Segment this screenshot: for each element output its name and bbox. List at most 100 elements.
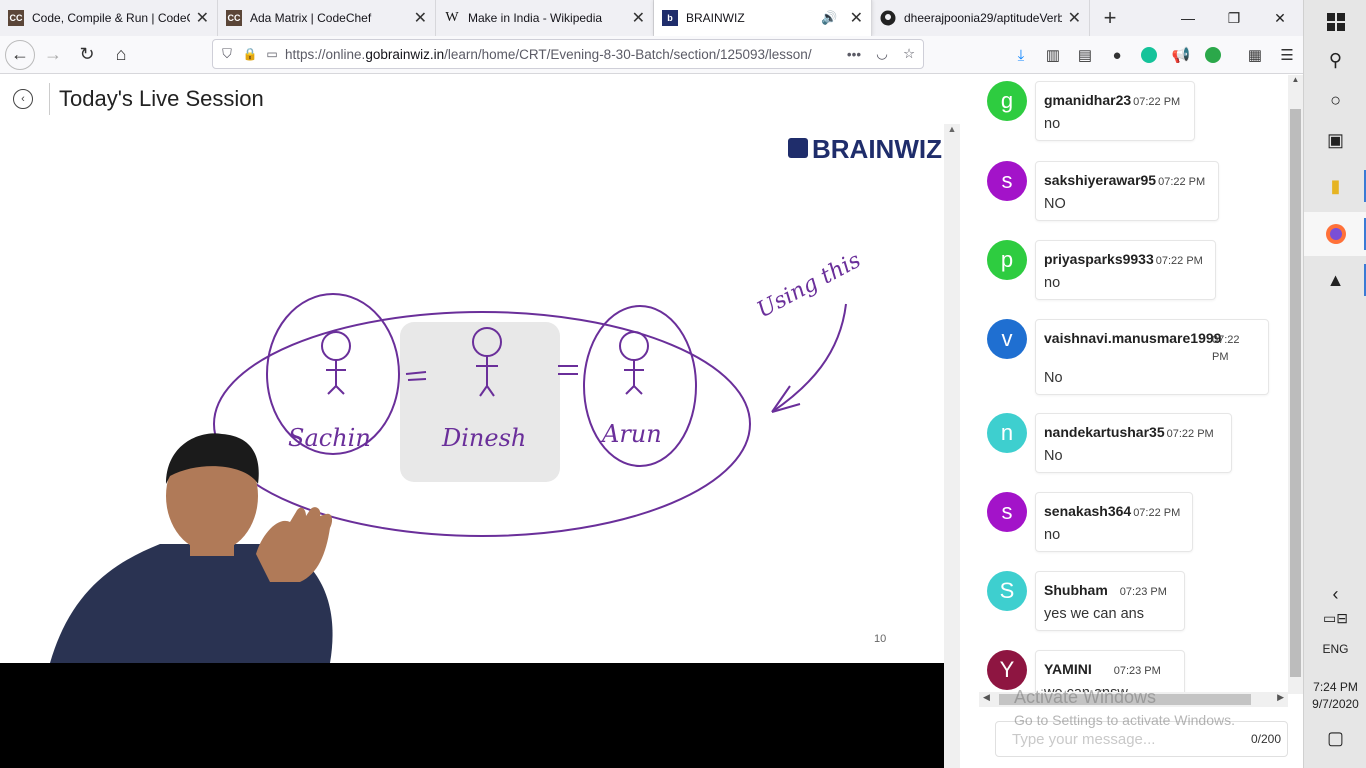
message-bubble: Shubham 07:23 PM yes we can ans (1035, 571, 1185, 631)
watermark-logo (400, 322, 560, 482)
chat-message: p priyasparks9933 07:22 PM no (987, 240, 1216, 300)
speaker-icon[interactable]: 🔊 (821, 10, 837, 26)
chat-text: NO (1044, 196, 1066, 212)
codechef-icon: CC (226, 10, 242, 26)
new-tab-button[interactable]: + (1090, 0, 1130, 36)
page-actions-icon[interactable]: ••• (839, 47, 869, 62)
shield-icon[interactable]: ⛉ (213, 46, 241, 62)
tab-title: BRAINWIZ (686, 11, 745, 25)
slide: BRAINWIZ Sachin Dinesh Arun Using this 1… (0, 124, 944, 663)
megaphone-icon[interactable]: 📢 (1165, 46, 1197, 64)
name-sachin: Sachin (288, 424, 371, 452)
cortana-icon[interactable]: ○ (1304, 78, 1366, 122)
minimize-icon[interactable]: — (1165, 0, 1211, 36)
chat-text: No (1044, 448, 1063, 464)
extension-b-icon[interactable] (1197, 47, 1229, 63)
input-language[interactable]: ENG (1304, 642, 1366, 656)
tab-title: Code, Compile & Run | CodeChef (32, 11, 190, 25)
notifications-icon[interactable]: ▢ (1304, 716, 1366, 760)
extensions-icon[interactable]: ▦ (1239, 46, 1271, 64)
scrollbar-thumb[interactable] (999, 694, 1251, 705)
account-icon[interactable]: ● (1101, 47, 1133, 64)
reload-icon[interactable]: ↻ (71, 39, 103, 71)
scroll-right-icon[interactable]: ▶ (1277, 692, 1284, 703)
menu-icon[interactable]: ☰ (1271, 46, 1303, 64)
close-icon[interactable]: ✕ (1068, 8, 1081, 28)
message-input[interactable] (1012, 730, 1251, 748)
page-title: Today's Live Session (59, 86, 264, 111)
chat-text: no (1044, 527, 1061, 543)
download-icon[interactable]: ⤓ (1005, 47, 1037, 64)
network-icon[interactable]: ▭⊟ (1304, 598, 1366, 638)
window-controls: — ❐ ✕ (1165, 0, 1303, 36)
chat-time: 07:22 PM (1212, 334, 1240, 363)
firefox-icon[interactable] (1304, 212, 1366, 256)
clock-date[interactable]: 9/7/2020 (1304, 697, 1366, 711)
tab-title: Ada Matrix | CodeChef (250, 11, 372, 25)
name-arun: Arun (600, 420, 662, 448)
chat-message: S Shubham 07:23 PM yes we can ans (987, 571, 1185, 631)
avatar: p (987, 240, 1027, 280)
address-bar[interactable]: ⛉ 🔒 ▭ https://online.gobrainwiz.in/learn… (212, 39, 924, 69)
chat-scrollbar[interactable]: ▲ (1288, 75, 1303, 694)
chat-username: vaishnavi.manusmare1999 (1044, 330, 1222, 346)
forward-arrow-icon[interactable]: → (37, 39, 69, 71)
file-explorer-icon[interactable]: ▮ (1304, 164, 1366, 208)
chat-username: gmanidhar23 (1044, 92, 1132, 108)
close-icon[interactable]: ✕ (414, 8, 427, 28)
chat-horizontal-scrollbar[interactable]: ◀ ▶ (979, 692, 1288, 707)
brainwiz-logo-icon (788, 138, 808, 158)
message-bubble: gmanidhar23 07:22 PM no (1035, 81, 1195, 141)
chat-messages[interactable]: g gmanidhar23 07:22 PM no s sakshiyerawar… (979, 75, 1288, 694)
search-icon[interactable]: ⚲ (1304, 38, 1366, 82)
chat-time: 07:23 PM (1119, 586, 1167, 598)
permissions-icon[interactable]: ▭ (259, 47, 285, 61)
tab-wikipedia[interactable]: W Make in India - Wikipedia ✕ (436, 0, 654, 36)
pocket-icon[interactable]: ◡ (869, 46, 895, 62)
chat-time: 07:22 PM (1133, 96, 1181, 108)
sidebar-icon[interactable]: ▤ (1069, 46, 1101, 64)
close-icon[interactable]: ✕ (850, 8, 863, 28)
tab-ada-matrix[interactable]: CC Ada Matrix | CodeChef ✕ (218, 0, 436, 36)
scroll-left-icon[interactable]: ◀ (983, 692, 990, 703)
scrollbar-thumb[interactable] (1290, 109, 1301, 677)
message-bubble: vaishnavi.manusmare1999 07:22 PM No (1035, 319, 1269, 395)
chat-time: 07:22 PM (1133, 507, 1181, 519)
lock-icon[interactable]: 🔒 (241, 47, 259, 61)
home-icon[interactable]: ⌂ (105, 39, 137, 71)
tab-brainwiz[interactable]: b BRAINWIZ 🔊 ✕ (654, 0, 872, 36)
scroll-up-icon[interactable]: ▲ (1288, 75, 1303, 89)
back-arrow-icon[interactable]: ← (5, 39, 35, 70)
close-icon[interactable]: ✕ (196, 8, 209, 28)
avatar: S (987, 571, 1027, 611)
chat-text: no (1044, 116, 1061, 132)
chat-message: g gmanidhar23 07:22 PM no (987, 81, 1195, 141)
video-scrollbar[interactable]: ▲ (944, 124, 960, 768)
close-window-icon[interactable]: ✕ (1257, 0, 1303, 36)
clock-time[interactable]: 7:24 PM (1304, 680, 1366, 694)
restore-icon[interactable]: ❐ (1211, 0, 1257, 36)
library-icon[interactable]: ▥ (1037, 46, 1069, 64)
photos-icon[interactable]: ▲ (1304, 258, 1366, 302)
task-view-icon[interactable]: ▣ (1304, 118, 1366, 162)
url-path: /learn/home/CRT/Evening-8-30-Batch/secti… (444, 46, 812, 62)
chat-username: senakash364 (1044, 503, 1132, 519)
grammarly-icon[interactable] (1133, 47, 1165, 63)
url-domain: gobrainwiz.in (365, 46, 445, 62)
tab-strip: CC Code, Compile & Run | CodeChef ✕ CC A… (0, 0, 1303, 36)
tab-codechef-compile[interactable]: CC Code, Compile & Run | CodeChef ✕ (0, 0, 218, 36)
message-bubble: priyasparks9933 07:22 PM no (1035, 240, 1216, 300)
scroll-up-icon[interactable]: ▲ (944, 124, 960, 134)
stick-figure-arun (619, 331, 649, 395)
avatar: g (987, 81, 1027, 121)
bookmark-star-icon[interactable]: ☆ (895, 46, 923, 62)
close-icon[interactable]: ✕ (632, 8, 645, 28)
avatar: n (987, 413, 1027, 453)
character-counter: 0/200 (1250, 732, 1281, 746)
toolbar-icons: ⤓ ▥ ▤ ● 📢 ▦ ☰ (1005, 36, 1303, 74)
message-composer: 0/200 (995, 721, 1288, 757)
url-text[interactable]: https://online.gobrainwiz.in/learn/home/… (285, 47, 839, 62)
back-circle-icon[interactable]: ‹ (13, 89, 33, 109)
message-bubble: senakash364 07:22 PM no (1035, 492, 1193, 552)
tab-github[interactable]: dheerajpoonia29/aptitudeVerbal ✕ (872, 0, 1090, 36)
